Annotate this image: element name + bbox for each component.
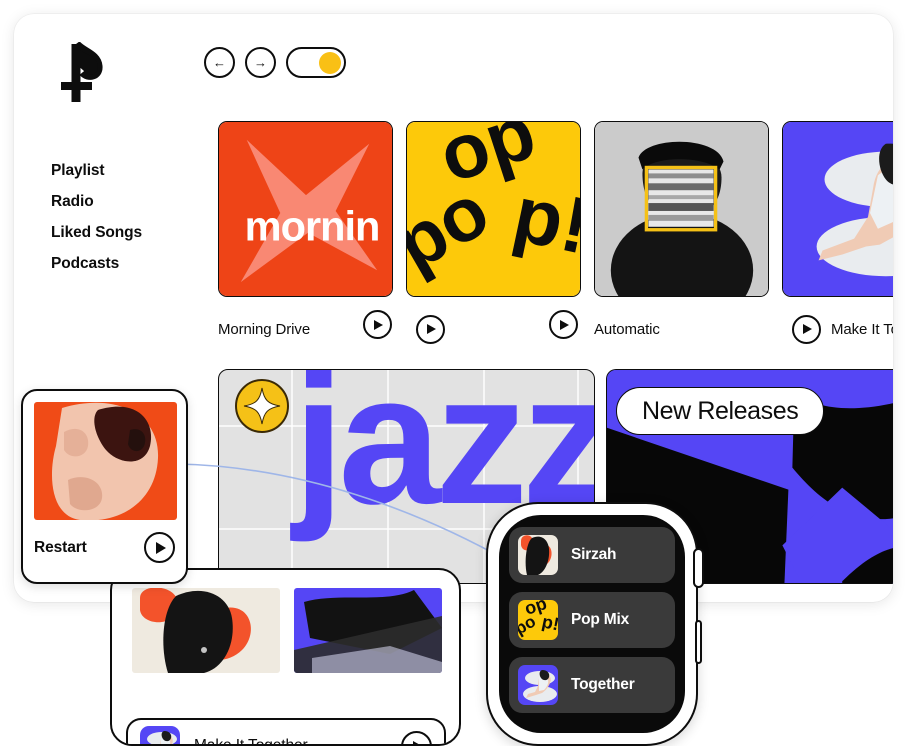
restart-art[interactable] bbox=[34, 402, 177, 520]
sidebar-item-playlist[interactable]: Playlist bbox=[51, 162, 196, 179]
top-navigation-controls: ← → bbox=[204, 47, 346, 78]
pop-mix-thumb: op po p! bbox=[518, 600, 558, 640]
watch-screen: Sirzah op po p! Pop Mix Together bbox=[499, 515, 685, 733]
forward-label: → bbox=[254, 55, 267, 70]
phone-track-title: Make It Together bbox=[194, 737, 308, 746]
watch-side-button[interactable] bbox=[695, 620, 702, 664]
watch-list-item[interactable]: Together bbox=[509, 657, 675, 713]
play-button-pop-mix[interactable] bbox=[549, 310, 578, 339]
play-icon[interactable] bbox=[401, 730, 432, 744]
back-label: ← bbox=[213, 55, 226, 70]
album-card-automatic[interactable]: Automatic bbox=[594, 121, 769, 347]
album-card-make-it-together[interactable]: Make It Together bbox=[782, 121, 893, 347]
watch-item-title: Together bbox=[571, 676, 635, 693]
svg-text:mornin: mornin bbox=[245, 203, 380, 250]
restart-title: Restart bbox=[34, 538, 87, 556]
watch-item-title: Pop Mix bbox=[571, 611, 630, 628]
new-releases-label[interactable]: New Releases bbox=[616, 387, 825, 435]
sidebar-item-podcasts[interactable]: Podcasts bbox=[51, 255, 196, 272]
album-title: Automatic bbox=[594, 320, 660, 338]
svg-text:p!: p! bbox=[540, 611, 558, 634]
together-thumb bbox=[518, 665, 558, 705]
sidebar-item-radio[interactable]: Radio bbox=[51, 193, 196, 210]
arrow-left-icon[interactable]: ← bbox=[204, 47, 235, 78]
restart-card[interactable]: Restart bbox=[21, 389, 188, 584]
album-title: Make It Together bbox=[831, 320, 893, 338]
phone-mockup: Make It Together bbox=[110, 568, 461, 746]
album-title: Morning Drive bbox=[218, 320, 311, 338]
watch-list-item[interactable]: Sirzah bbox=[509, 527, 675, 583]
phone-album-strip bbox=[132, 588, 442, 673]
sidebar-item-liked-songs[interactable]: Liked Songs bbox=[51, 224, 196, 241]
sirzah-thumb bbox=[518, 535, 558, 575]
toggle-knob bbox=[319, 51, 341, 74]
pop-mix-art[interactable]: op po p! bbox=[406, 121, 581, 297]
album-meta: Automatic bbox=[594, 311, 769, 347]
phone-tile-artwork[interactable] bbox=[294, 588, 442, 673]
watch-mockup: Sirzah op po p! Pop Mix Together bbox=[486, 502, 704, 746]
watch-crown[interactable] bbox=[693, 548, 704, 588]
watch-item-title: Sirzah bbox=[571, 546, 617, 563]
four-point-star-badge bbox=[235, 379, 289, 433]
sidebar-nav: Playlist Radio Liked Songs Podcasts bbox=[51, 162, 196, 286]
play-button-morning-drive[interactable] bbox=[363, 310, 392, 339]
make-it-together-thumb bbox=[140, 726, 180, 744]
album-meta: Make It Together bbox=[782, 311, 893, 347]
play-icon[interactable] bbox=[144, 532, 175, 563]
phone-now-playing-bar[interactable]: Make It Together bbox=[126, 718, 446, 746]
music-note-logo[interactable] bbox=[52, 40, 110, 104]
restart-meta: Restart bbox=[34, 532, 175, 563]
theme-toggle-switch[interactable] bbox=[286, 47, 346, 78]
play-icon[interactable] bbox=[416, 314, 445, 344]
sidebar-item-label: Radio bbox=[51, 193, 94, 211]
automatic-art[interactable] bbox=[594, 121, 769, 297]
phone-tile-artwork[interactable] bbox=[132, 588, 280, 673]
sidebar-item-label: Liked Songs bbox=[51, 224, 143, 242]
morning-drive-art[interactable]: mornin bbox=[218, 121, 393, 297]
play-icon[interactable] bbox=[792, 314, 821, 344]
sidebar-item-label: Podcasts bbox=[51, 255, 120, 273]
new-releases-text: New Releases bbox=[642, 396, 799, 425]
screenshot-root: ← → Playlist Radio Liked Songs Podcasts bbox=[0, 0, 908, 746]
make-it-together-art[interactable] bbox=[782, 121, 893, 297]
arrow-right-icon[interactable]: → bbox=[245, 47, 276, 78]
sidebar-item-label: Playlist bbox=[51, 162, 105, 179]
watch-list-item[interactable]: op po p! Pop Mix bbox=[509, 592, 675, 648]
